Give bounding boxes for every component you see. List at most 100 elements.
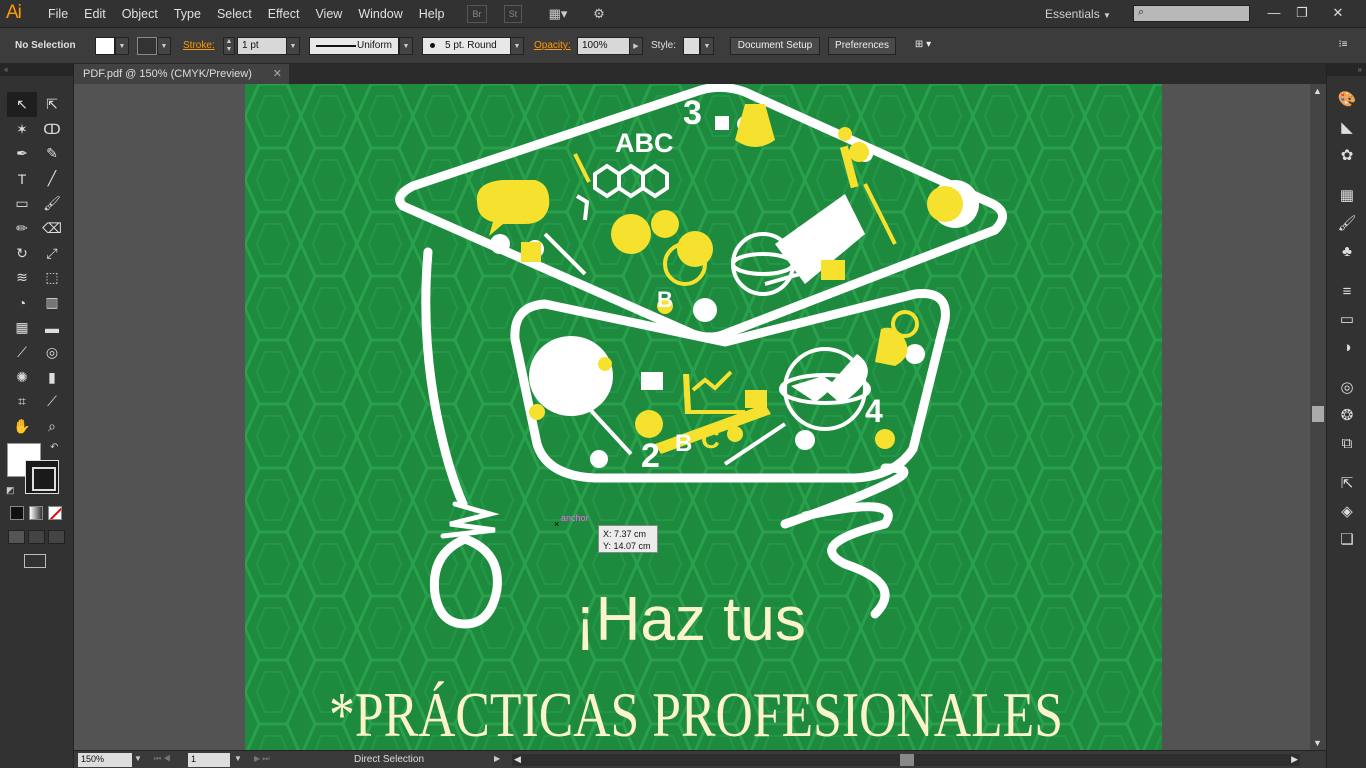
stroke-square[interactable] (25, 460, 59, 494)
fill-swatch[interactable] (95, 37, 115, 55)
magic-wand-tool-icon[interactable]: ✶ (7, 117, 37, 142)
style-swatch[interactable] (683, 37, 700, 55)
fill-stroke-control[interactable]: ↶ ◩ (6, 442, 66, 502)
brush-dropdown[interactable]: ▼ (510, 37, 524, 55)
minimize-button[interactable]: — (1261, 3, 1287, 23)
warp-tool-icon[interactable]: ≋ (7, 266, 37, 291)
default-fill-stroke-icon[interactable]: ◩ (6, 485, 15, 496)
paintbrush-tool-icon[interactable]: 🖌 (37, 191, 67, 216)
color-guide-icon[interactable]: ◣ (1335, 116, 1359, 140)
zoom-dropdown-icon[interactable]: ▼ (134, 754, 142, 763)
search-input[interactable]: ⌕ (1133, 5, 1250, 22)
restore-button[interactable]: ❐ (1289, 3, 1315, 23)
opacity-label[interactable]: Opacity: (534, 40, 571, 51)
menu-object[interactable]: Object (114, 7, 166, 21)
page-dropdown-icon[interactable]: ▼ (234, 754, 242, 763)
vertical-scroll-thumb[interactable] (1312, 406, 1324, 422)
stroke-weight-field[interactable]: 1 pt (237, 37, 287, 55)
style-dropdown[interactable]: ▼ (700, 37, 714, 55)
menu-effect[interactable]: Effect (260, 7, 308, 21)
menu-help[interactable]: Help (411, 7, 453, 21)
gradient-icon[interactable] (29, 506, 43, 520)
swatches-icon[interactable]: ▦ (1335, 184, 1359, 208)
dock-collapse[interactable]: » (1327, 64, 1366, 76)
tools-panel-collapse[interactable]: « (0, 64, 73, 76)
swap-fill-stroke-icon[interactable]: ↶ (50, 442, 58, 453)
artboard-tool-icon[interactable]: ⌗ (7, 390, 37, 415)
artboard[interactable]: ABC 3 B 2 B C 4 ¡Haz tus *Prácticas Prof… (245, 84, 1162, 750)
draw-behind-icon[interactable] (28, 530, 45, 544)
preferences-button[interactable]: Preferences (828, 37, 896, 55)
stroke-label[interactable]: Stroke: (183, 40, 215, 51)
bridge-button[interactable]: Br (467, 5, 487, 23)
type-tool-icon[interactable]: T (7, 166, 37, 191)
color-icon[interactable] (10, 506, 24, 520)
fill-dropdown[interactable]: ▼ (115, 37, 129, 55)
zoom-tool-icon[interactable]: ⌕ (37, 414, 67, 439)
gradient-panel-icon[interactable]: ▭ (1335, 308, 1359, 332)
draw-inside-icon[interactable] (48, 530, 65, 544)
export-icon[interactable]: ⇱ (1335, 472, 1359, 496)
draw-normal-icon[interactable] (8, 530, 25, 544)
lasso-tool-icon[interactable]: ↀ (37, 117, 67, 142)
menu-select[interactable]: Select (209, 7, 260, 21)
scroll-down-icon[interactable]: ▼ (1313, 738, 1322, 748)
stroke-panel-icon[interactable]: ≡ (1335, 280, 1359, 304)
arrange-documents-icon[interactable]: ▦▾ (544, 5, 572, 23)
appearance-icon[interactable]: ◎ (1335, 376, 1359, 400)
artboards-icon[interactable]: ❏ (1335, 528, 1359, 552)
menu-file[interactable]: File (40, 7, 76, 21)
menu-window[interactable]: Window (350, 7, 410, 21)
arrange-icon[interactable]: ⊞ ▾ (905, 37, 941, 55)
scale-tool-icon[interactable]: ⤢ (37, 241, 67, 266)
brushes-icon[interactable]: 🖌 (1335, 212, 1359, 236)
zoom-field[interactable]: 150% (78, 753, 132, 767)
vertical-scrollbar[interactable]: ▲ ▼ (1310, 84, 1326, 750)
document-setup-button[interactable]: Document Setup (730, 37, 820, 55)
symbol-sprayer-tool-icon[interactable]: ✺ (7, 365, 37, 390)
shape-builder-tool-icon[interactable]: ◔ (7, 290, 37, 315)
slice-tool-icon[interactable]: ⟋ (37, 390, 67, 415)
close-window-button[interactable]: ✕ (1325, 3, 1351, 23)
close-tab-icon[interactable]: ✕ (273, 64, 282, 84)
blend-tool-icon[interactable]: ◎ (37, 340, 67, 365)
scroll-up-icon[interactable]: ▲ (1313, 86, 1322, 96)
graph-tool-icon[interactable]: ▮ (37, 365, 67, 390)
line-tool-icon[interactable]: ╱ (37, 166, 67, 191)
direct-selection-tool-icon[interactable]: ⇱ (37, 92, 67, 117)
stroke-stepper[interactable]: ▲ ▼ (223, 37, 235, 55)
curvature-tool-icon[interactable]: ✎ (37, 142, 67, 167)
status-menu-icon[interactable]: ▶ (494, 754, 500, 763)
menu-edit[interactable]: Edit (76, 7, 114, 21)
shaper-tool-icon[interactable]: ✏ (7, 216, 37, 241)
color-themes-icon[interactable]: ✿ (1335, 144, 1359, 168)
brush-definition[interactable]: 5 pt. Round (422, 37, 512, 55)
horizontal-scrollbar[interactable]: ◀ ▶ (512, 754, 1300, 766)
stroke-dropdown[interactable]: ▼ (157, 37, 171, 55)
graphic-styles-icon[interactable]: ❂ (1335, 404, 1359, 428)
color-panel-icon[interactable]: 🎨 (1335, 88, 1359, 112)
none-icon[interactable] (48, 506, 62, 520)
rotate-tool-icon[interactable]: ↻ (7, 241, 37, 266)
scroll-right-icon[interactable]: ▶ (1291, 754, 1298, 765)
selection-tool-icon[interactable]: ↖ (7, 92, 37, 117)
mesh-tool-icon[interactable]: ▦ (7, 315, 37, 340)
gpu-performance-icon[interactable]: ⚙ (588, 5, 610, 23)
profile-dropdown[interactable]: ▼ (399, 37, 413, 55)
first-page-icon[interactable]: ⏮ ◀ (154, 754, 171, 764)
eyedropper-tool-icon[interactable]: ⟋ (7, 340, 37, 365)
opacity-arrow[interactable]: ▶ (629, 37, 643, 55)
perspective-grid-tool-icon[interactable]: ▥ (37, 290, 67, 315)
transparency-icon[interactable]: ◑ (1335, 336, 1359, 360)
menu-type[interactable]: Type (166, 7, 209, 21)
pen-tool-icon[interactable]: ✒ (7, 142, 37, 167)
hand-tool-icon[interactable]: ✋ (7, 414, 37, 439)
scroll-left-icon[interactable]: ◀ (514, 754, 521, 765)
eraser-tool-icon[interactable]: ⌫ (37, 216, 67, 241)
free-transform-tool-icon[interactable]: ⬚ (37, 266, 67, 291)
stroke-swatch[interactable] (137, 37, 157, 55)
opacity-field[interactable]: 100% (577, 37, 630, 55)
workspace-switcher[interactable]: Essentials ▼ (1045, 7, 1111, 21)
variable-width-profile[interactable]: Uniform (309, 37, 399, 55)
stock-button[interactable]: St (504, 5, 522, 23)
